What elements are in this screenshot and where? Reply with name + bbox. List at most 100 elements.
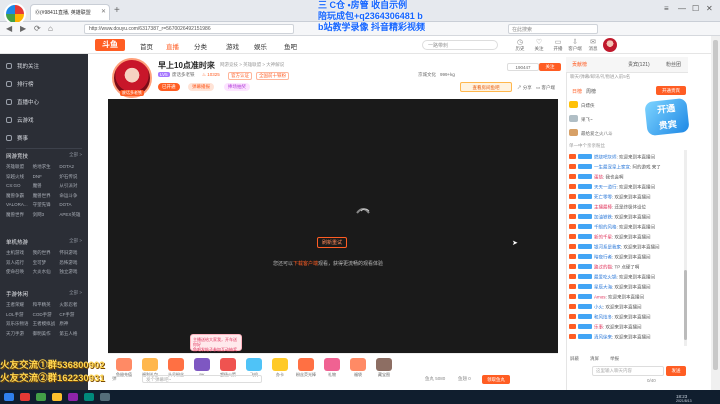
gift-item[interactable]: 礼物 (322, 358, 342, 378)
opened-button[interactable]: 已开通 (158, 83, 180, 91)
sidebar-game-link[interactable]: 天刀手游 (6, 331, 33, 337)
sidebar-game-link[interactable]: 独立游戏 (59, 269, 86, 275)
sidebar-game-link[interactable]: 原神 (59, 321, 86, 327)
nav-item-0[interactable]: 首页 (140, 41, 153, 51)
nav-item-3[interactable]: 游戏 (226, 41, 239, 51)
sidebar-item-cloud[interactable]: 云游戏 (6, 116, 34, 124)
sidebar-game-link[interactable]: 绝地求生 (33, 164, 60, 170)
chat-username[interactable]: 暗夜行者 (594, 255, 612, 260)
sidebar-item-events[interactable]: 赛事 (6, 134, 28, 142)
site-logo[interactable]: 斗鱼 (95, 39, 125, 51)
sidebar-game-link[interactable]: APEX英雄 (59, 212, 86, 218)
chat-message[interactable]: 银河系是我家: 欢迎来到本直播间 (569, 244, 687, 251)
send-button[interactable]: 发送 (666, 366, 686, 376)
room-category[interactable]: 网游竞技 > 英雄联盟 > 大神解说 (220, 62, 284, 68)
chat-message[interactable]: 路过的猫: TP 点硬了啊 (569, 264, 687, 271)
sidebar-game-link[interactable]: 大炎水仙 (33, 269, 60, 275)
gift-item[interactable]: 鱼翅充值 (114, 358, 134, 378)
chat-username[interactable]: 千眼的风格 (594, 225, 617, 230)
rank-row[interactable]: 果飞~ (569, 115, 593, 123)
gift-item[interactable]: 粉丝荧光棒 (296, 358, 316, 378)
chat-message[interactable]: 清风徐来: 欢迎来到本直播间 (569, 334, 687, 341)
taskbar-app-icon[interactable] (20, 393, 30, 401)
history-icon[interactable]: ◷ 历史 (511, 38, 529, 52)
chat-message[interactable]: 一生最宠皇上家宣: 阿的游戏 来了 (569, 164, 687, 171)
browser-search-input[interactable]: 在此搜索 (508, 24, 598, 34)
nav-item-6[interactable]: 鱼吧 (284, 41, 297, 51)
sidebar-game-link[interactable]: LOL手游 (6, 312, 33, 318)
sidebar-game-link[interactable]: 双乐乐物语 (6, 321, 33, 327)
chat-username[interactable]: 蛋挞 (594, 175, 603, 180)
address-input[interactable]: http://www.douyu.com/6317387_r=567002649… (84, 24, 294, 34)
back-arrow-icon[interactable]: ◀ (6, 24, 12, 33)
tab-contribution[interactable]: 贡献榜 (572, 61, 587, 68)
gift-item[interactable]: 藏宝图 (374, 358, 394, 378)
download-icon[interactable]: ⇩ 客户端 (566, 38, 584, 52)
browser-tab[interactable]: Ⓞ(#98411直播, 英雄联盟 ✕ (30, 4, 110, 20)
nav-item-1[interactable]: 直播 (166, 41, 179, 51)
chat-message[interactable]: Amos: 欢迎来到本直播间 (569, 294, 687, 301)
chat-username[interactable]: 星辰大海 (594, 285, 612, 290)
taskbar-app-icon[interactable] (68, 393, 78, 401)
menu-icon[interactable]: ≡ (664, 4, 669, 13)
taskbar-app-icon[interactable] (100, 393, 110, 401)
sidebar-game-link[interactable]: 从引派对 (59, 183, 86, 189)
gift-item[interactable]: 办卡 (270, 358, 290, 378)
chat-username[interactable]: 小火 (594, 305, 603, 310)
subtab-week[interactable]: 周榜 (586, 88, 596, 95)
message-icon[interactable]: ✉ 消息 (584, 38, 602, 52)
tab-vip[interactable]: 贵宾(121) (628, 61, 650, 68)
sidebar-game-link[interactable]: 恐怖游戏 (59, 260, 86, 266)
rank-row[interactable]: 白嫖侠 (569, 101, 595, 109)
sidebar-game-link[interactable]: 和平精英 (33, 302, 60, 308)
sidebar-game-link[interactable]: DOTA (59, 202, 86, 208)
sidebar-game-link[interactable]: COD手游 (33, 312, 60, 318)
client-button[interactable]: ▭ 客户端 (536, 85, 555, 91)
yuba-button[interactable]: 查看房间鱼吧 (460, 82, 512, 92)
chat-scroll-thumb[interactable] (684, 270, 687, 340)
chat-scrollbar[interactable] (684, 150, 687, 346)
danmu-toggle-icon[interactable]: 弹 (112, 376, 117, 382)
sidebar-game-link[interactable]: 使命召唤 (6, 269, 33, 275)
rank-row[interactable]: 最给爱之火八斗 (569, 129, 613, 137)
home-icon[interactable]: ⌂ (48, 24, 53, 33)
chat-username[interactable]: Amos (594, 295, 606, 300)
chat-message[interactable]: 死亡零零: 欢迎来到本直播间 (569, 194, 687, 201)
sidebar-game-link[interactable]: 我的世界 (33, 250, 60, 256)
report-link[interactable]: 举报 (202, 62, 211, 68)
maximize-icon[interactable]: ☐ (692, 4, 699, 13)
sidebar-game-link[interactable]: 剑网3 (33, 212, 60, 218)
taskbar-app-icon[interactable] (84, 393, 94, 401)
chat-message[interactable]: 乐事: 欢迎来到本直播间 (569, 324, 687, 331)
chat-message[interactable]: 蛋挞: 我也会啊 (569, 174, 687, 181)
close-icon[interactable]: ✕ (101, 8, 106, 15)
page-scroll-thumb[interactable] (713, 40, 718, 370)
chat-username[interactable]: 一生最宠皇上家宣 (594, 165, 630, 170)
follow-list-icon[interactable]: ♡ 关注 (530, 38, 548, 52)
download-client-link[interactable]: 下载客户端 (293, 261, 318, 267)
lottery-button[interactable]: 捧场抽奖 (224, 83, 250, 91)
sidebar-section-more[interactable]: 全部 > (69, 290, 82, 296)
sidebar-item-live[interactable]: 直播中心 (6, 98, 39, 106)
chat-message[interactable]: 天天一道行: 欢迎来到本直播间 (569, 184, 687, 191)
user-avatar[interactable] (603, 38, 617, 52)
report-button[interactable]: 举报 (610, 356, 619, 362)
clear-screen-button[interactable]: 清屏 (590, 356, 599, 362)
chat-message[interactable]: 新的千星: 欢迎来到本直播间 (569, 234, 687, 241)
sidebar-game-link[interactable]: 第五人格 (59, 331, 86, 337)
sidebar-game-link[interactable]: 穿越火线 (6, 174, 33, 180)
chat-username[interactable]: 和风炫冬 (594, 315, 612, 320)
promo-bubble[interactable]: 主播送给大家我，开车送你好 鱼吧发帖子参加互动抽奖 (190, 334, 242, 352)
sidebar-game-link[interactable]: 双人成行 (6, 260, 33, 266)
sidebar-game-link[interactable]: 主机游戏 (6, 250, 33, 256)
sidebar-game-link[interactable]: 怀旧游戏 (59, 250, 86, 256)
chat-username[interactable]: 清风徐来 (594, 335, 612, 340)
chat-message[interactable]: 星辰大海: 欢迎来到本直播间 (569, 284, 687, 291)
sidebar-game-link[interactable]: 魔兽 (33, 183, 60, 189)
chat-message[interactable]: 加油铁铁: 欢迎来到本直播间 (569, 214, 687, 221)
sidebar-game-link[interactable]: 魔兽世界 (6, 212, 33, 218)
sidebar-game-link[interactable]: 命运斗争 (59, 193, 86, 199)
chat-username[interactable]: 燃烧吧灰烬 (594, 155, 617, 160)
sidebar-game-link[interactable]: DNF (33, 174, 60, 180)
sidebar-section-more[interactable]: 全部 > (69, 152, 82, 158)
